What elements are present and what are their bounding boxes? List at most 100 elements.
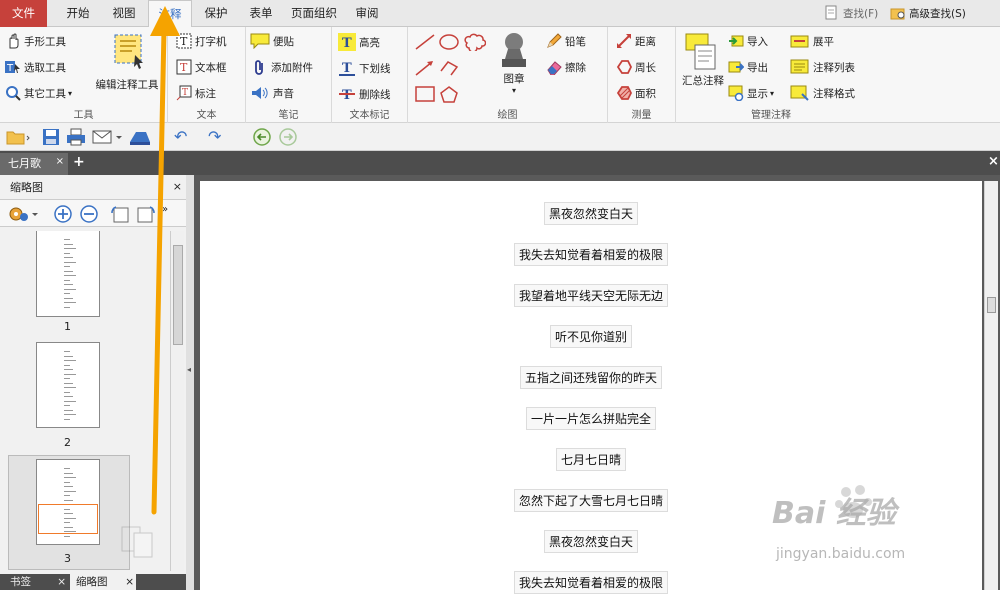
thumbnail-text-line <box>64 261 76 263</box>
perimeter-button[interactable]: 周长 <box>616 59 656 75</box>
tab-protect[interactable]: 保护 <box>195 0 237 27</box>
highlight-button[interactable]: T 高亮 <box>338 33 380 51</box>
thumbnail-text-line <box>64 288 76 290</box>
document-text-line: 黑夜忽然变白天 <box>543 202 639 225</box>
hand-tool-button[interactable]: 手形工具 <box>5 33 66 49</box>
group-measure: 距离 周长 面积 测量 <box>608 27 676 123</box>
magnifier-icon <box>5 85 21 101</box>
page-thumbnail[interactable] <box>36 342 100 428</box>
thumbnail-text-line <box>64 284 73 285</box>
document-tab[interactable]: 七月歌 × <box>0 153 68 175</box>
annotation-format-button[interactable]: 注释格式 <box>790 85 855 101</box>
document-text-line: 一片一片怎么拼贴完全 <box>525 407 657 430</box>
zoom-out-icon[interactable] <box>79 204 99 227</box>
new-tab-icon[interactable]: + <box>73 154 85 170</box>
tab-home[interactable]: 开始 <box>57 0 99 27</box>
advanced-search-button[interactable]: 高级查找(S) <box>890 5 966 21</box>
close-tab-icon[interactable]: × <box>57 574 66 590</box>
svg-text:T: T <box>342 88 352 103</box>
document-scrollbar[interactable] <box>984 181 998 590</box>
strikethrough-button[interactable]: T 删除线 <box>338 85 391 103</box>
close-tab-icon[interactable]: × <box>56 151 64 173</box>
paperclip-icon <box>252 59 268 75</box>
tab-review[interactable]: 审阅 <box>346 0 388 27</box>
distance-label: 距离 <box>635 35 656 48</box>
panel-bottom-tabs: 书签 × 缩略图 × <box>0 574 186 590</box>
thumbnail-text-line <box>64 495 70 496</box>
callout-label: 标注 <box>195 87 216 100</box>
tab-file[interactable]: 文件 <box>0 0 47 27</box>
perimeter-label: 周长 <box>635 61 656 74</box>
thumbnail-text-line <box>64 382 73 384</box>
document-text-line: 我望着地平线天空无际无边 <box>513 284 669 307</box>
flatten-button[interactable]: 展平 <box>790 33 834 49</box>
document-text-line: 听不见你道别 <box>549 325 633 348</box>
tab-bookmarks[interactable]: 书签 × <box>4 574 68 590</box>
next-view-icon[interactable] <box>278 127 298 150</box>
tab-bookmarks-label: 书签 <box>10 576 31 588</box>
attach-file-label: 添加附件 <box>271 61 313 74</box>
close-tab-icon[interactable]: × <box>125 574 134 590</box>
show-button[interactable]: 显示 ▾ <box>728 85 774 102</box>
stamp-button[interactable]: 图章 ▾ <box>492 31 536 95</box>
stamp-icon <box>496 31 532 71</box>
cloud-tool-icon[interactable] <box>464 33 487 54</box>
redo-icon[interactable]: ↷ <box>208 127 221 146</box>
scrollbar-thumb[interactable] <box>987 297 996 313</box>
tab-page-organize[interactable]: 页面组织 <box>286 0 342 27</box>
close-document-icon[interactable]: × <box>988 154 999 169</box>
document-tab-label: 七月歌 <box>8 157 41 170</box>
thumbnail-text-line <box>64 481 70 483</box>
zoom-in-icon[interactable] <box>53 204 73 227</box>
previous-view-icon[interactable] <box>252 127 272 150</box>
export-button[interactable]: 导出 <box>728 59 768 75</box>
rectangle-tool-icon[interactable] <box>414 85 436 106</box>
sound-button[interactable]: 声音 <box>250 85 294 101</box>
area-button[interactable]: 面积 <box>616 85 656 101</box>
thumbnail-text-line <box>64 306 70 308</box>
group-manage-annotations-label: 管理注释 <box>751 110 791 121</box>
svg-text:T: T <box>342 36 352 51</box>
save-icon[interactable] <box>42 128 60 149</box>
underline-label: 下划线 <box>359 62 391 75</box>
select-tool-button[interactable]: T 选取工具 <box>5 59 66 75</box>
eraser-button[interactable]: 擦除 <box>546 59 586 76</box>
line-tool-icon[interactable] <box>414 33 436 54</box>
group-note-label: 笔记 <box>278 110 299 121</box>
import-button[interactable]: 导入 <box>728 33 768 49</box>
arrow-tool-icon[interactable] <box>414 59 436 80</box>
distance-icon <box>616 33 632 49</box>
other-tools-button[interactable]: 其它工具 ▾ <box>5 85 72 101</box>
open-folder-icon[interactable] <box>6 128 30 149</box>
paw-icon <box>834 482 874 525</box>
strikethrough-icon: T <box>338 85 356 103</box>
page-thumbnail[interactable] <box>36 231 100 317</box>
oval-tool-icon[interactable] <box>438 33 460 54</box>
distance-button[interactable]: 距离 <box>616 33 656 49</box>
summarize-annotations-button[interactable]: 汇总注释 <box>680 31 726 88</box>
tab-form[interactable]: 表单 <box>240 0 282 27</box>
thumbnail-text-line <box>64 535 70 537</box>
polygon-tool-icon[interactable] <box>438 85 460 106</box>
svg-text:T: T <box>6 63 14 74</box>
search-button[interactable]: 查找(F) <box>824 5 878 21</box>
print-icon[interactable] <box>66 128 86 149</box>
attach-file-button[interactable]: 添加附件 <box>252 59 313 75</box>
sticky-note-icon <box>250 33 270 50</box>
sticky-note-button[interactable]: 便贴 <box>250 33 294 50</box>
page-thumbnail[interactable] <box>36 459 100 545</box>
thumbnail-text-line <box>64 378 70 379</box>
annotation-list-button[interactable]: 注释列表 <box>790 59 855 75</box>
document-search-icon <box>824 5 840 21</box>
pencil-button[interactable]: 铅笔 <box>546 33 586 49</box>
show-annotations-icon <box>728 85 744 102</box>
gear-icon[interactable] <box>8 205 38 226</box>
polyline-tool-icon[interactable] <box>438 59 460 80</box>
annotation-list-label: 注释列表 <box>813 61 855 74</box>
thumbnail-text-line <box>64 355 73 357</box>
eraser-label: 擦除 <box>565 61 586 74</box>
annotation-format-label: 注释格式 <box>813 87 855 100</box>
tab-thumbnails[interactable]: 缩略图 × <box>70 574 136 590</box>
underline-button[interactable]: T 下划线 <box>338 59 391 77</box>
thumbnail-text-line <box>64 293 70 294</box>
